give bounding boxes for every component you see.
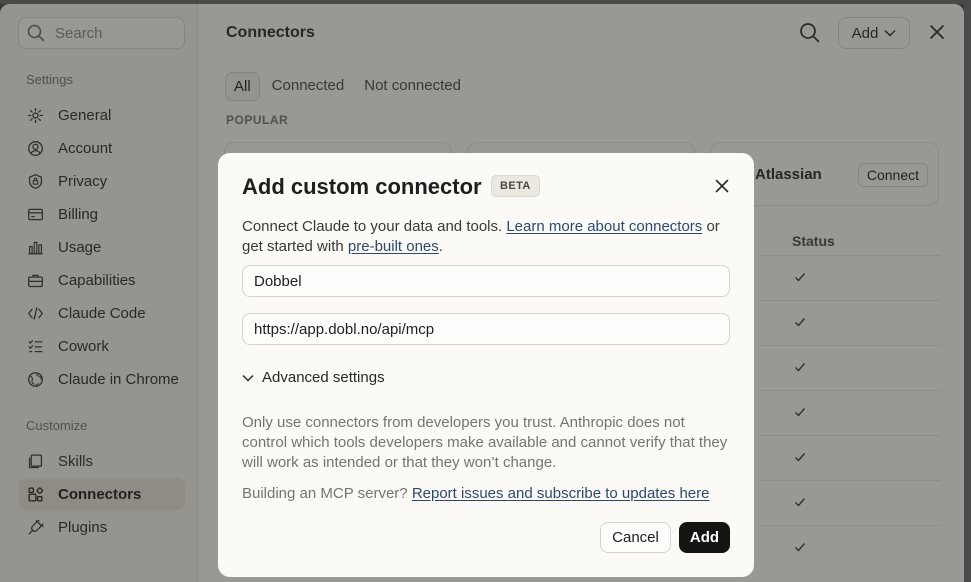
desc-text: Connect Claude to your data and tools. — [242, 218, 507, 235]
desc-text: . — [438, 238, 443, 255]
dialog-title: Add custom connector — [242, 174, 482, 199]
add-button[interactable]: Add — [679, 522, 730, 553]
add-custom-connector-dialog: Add custom connector BETA Connect Claude… — [218, 153, 754, 577]
report-issues-link[interactable]: Report issues and subscribe to updates h… — [412, 485, 710, 502]
chevron-down-icon — [242, 374, 254, 382]
mcp-server-note: Building an MCP server? Report issues an… — [242, 485, 710, 502]
advanced-settings-label: Advanced settings — [262, 369, 385, 386]
close-icon[interactable] — [715, 179, 729, 193]
learn-more-link[interactable]: Learn more about connectors — [506, 218, 702, 235]
trust-warning: Only use connectors from developers you … — [242, 414, 728, 471]
pre-built-link[interactable]: pre-built ones — [348, 238, 439, 255]
cancel-button[interactable]: Cancel — [600, 522, 671, 553]
connector-name-input[interactable] — [242, 265, 730, 297]
dialog-description: Connect Claude to your data and tools. L… — [242, 217, 732, 257]
advanced-settings-toggle[interactable]: Advanced settings — [242, 369, 385, 386]
mcp-text: Building an MCP server? — [242, 485, 412, 502]
beta-badge: BETA — [491, 175, 540, 197]
connector-url-input[interactable] — [242, 313, 730, 345]
